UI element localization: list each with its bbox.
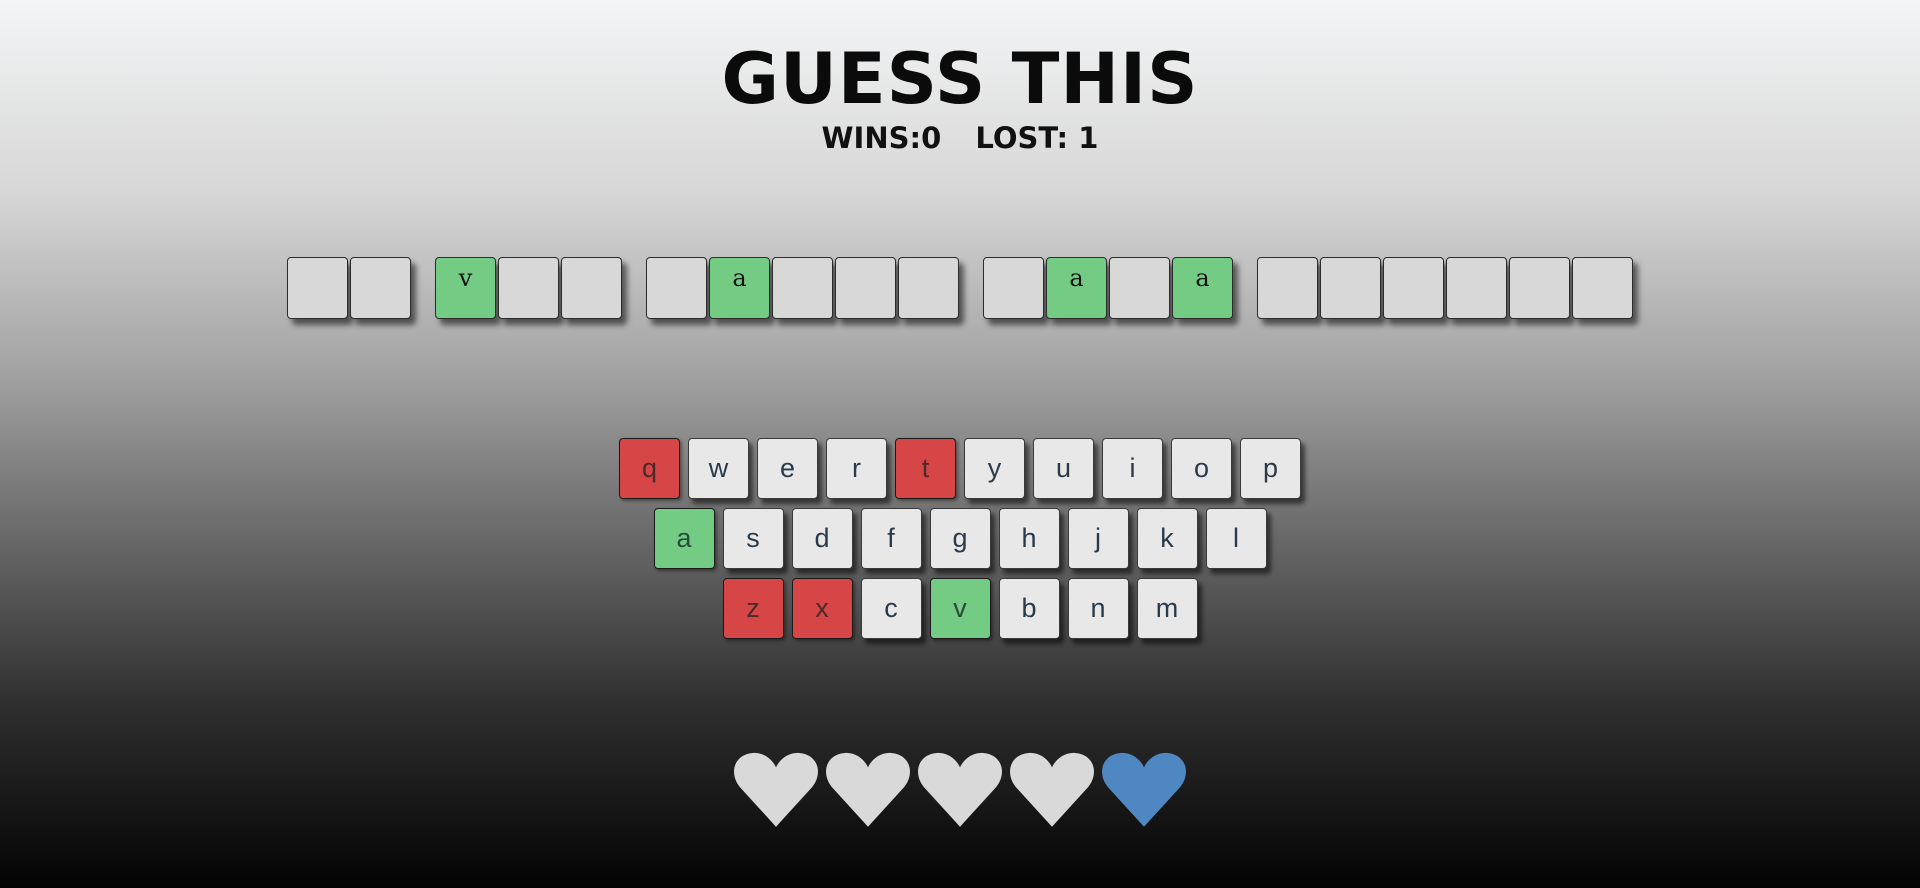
heart-icon-lost — [731, 744, 821, 834]
key-k[interactable]: k — [1136, 508, 1198, 569]
key-m[interactable]: m — [1136, 578, 1198, 639]
key-y[interactable]: y — [964, 438, 1025, 499]
heart-icon-remaining — [1099, 744, 1189, 834]
key-z[interactable]: z — [722, 578, 784, 639]
letter-tile-hidden — [983, 257, 1044, 319]
key-h[interactable]: h — [998, 508, 1060, 569]
letter-tile-hidden — [287, 257, 348, 319]
key-q[interactable]: q — [619, 438, 680, 499]
key-l[interactable]: l — [1205, 508, 1267, 569]
key-b[interactable]: b — [998, 578, 1060, 639]
key-w[interactable]: w — [688, 438, 749, 499]
letter-tile-hidden — [1446, 257, 1507, 319]
letter-tile-hidden — [1257, 257, 1318, 319]
letter-tile-hidden — [1509, 257, 1570, 319]
letter-tile-hidden — [498, 257, 559, 319]
game-title: GUESS THIS — [721, 38, 1199, 120]
key-v[interactable]: v — [929, 578, 991, 639]
heart-icon-lost — [915, 744, 1005, 834]
key-x[interactable]: x — [791, 578, 853, 639]
key-a[interactable]: a — [653, 508, 715, 569]
word-group: v — [434, 257, 623, 319]
key-d[interactable]: d — [791, 508, 853, 569]
letter-tile-hidden — [350, 257, 411, 319]
letter-tile-hidden — [1572, 257, 1633, 319]
keyboard-row: asdfghjkl — [0, 508, 1920, 569]
letter-tile-revealed: a — [1172, 257, 1233, 319]
letter-tile-hidden — [898, 257, 959, 319]
word-group — [1256, 257, 1634, 319]
heart-icon-lost — [1007, 744, 1097, 834]
word-board: vaaa — [0, 257, 1920, 319]
word-group — [286, 257, 412, 319]
heart-icon-lost — [823, 744, 913, 834]
letter-tile-hidden — [835, 257, 896, 319]
key-s[interactable]: s — [722, 508, 784, 569]
letter-tile-hidden — [646, 257, 707, 319]
key-t[interactable]: t — [895, 438, 956, 499]
letter-tile-hidden — [1383, 257, 1444, 319]
letter-tile-hidden — [1320, 257, 1381, 319]
letter-tile-hidden — [561, 257, 622, 319]
score-board: WINS:0 LOST: 1 — [0, 118, 1920, 158]
keyboard-row: zxcvbnm — [0, 578, 1920, 639]
key-r[interactable]: r — [826, 438, 887, 499]
letter-tile-revealed: a — [1046, 257, 1107, 319]
key-n[interactable]: n — [1067, 578, 1129, 639]
key-o[interactable]: o — [1171, 438, 1232, 499]
key-p[interactable]: p — [1240, 438, 1301, 499]
key-u[interactable]: u — [1033, 438, 1094, 499]
letter-tile-hidden — [772, 257, 833, 319]
key-c[interactable]: c — [860, 578, 922, 639]
lost-count: LOST: 1 — [975, 121, 1099, 155]
key-e[interactable]: e — [757, 438, 818, 499]
letter-tile-hidden — [1109, 257, 1170, 319]
key-g[interactable]: g — [929, 508, 991, 569]
wins-count: WINS:0 — [821, 121, 942, 155]
letter-tile-revealed: a — [709, 257, 770, 319]
letter-tile-revealed: v — [435, 257, 496, 319]
word-group: aa — [982, 257, 1234, 319]
key-f[interactable]: f — [860, 508, 922, 569]
letter-keyboard: qwertyuiop asdfghjkl zxcvbnm — [0, 438, 1920, 648]
word-group: a — [645, 257, 960, 319]
lives-display — [0, 744, 1920, 834]
keyboard-row: qwertyuiop — [0, 438, 1920, 499]
key-i[interactable]: i — [1102, 438, 1163, 499]
key-j[interactable]: j — [1067, 508, 1129, 569]
